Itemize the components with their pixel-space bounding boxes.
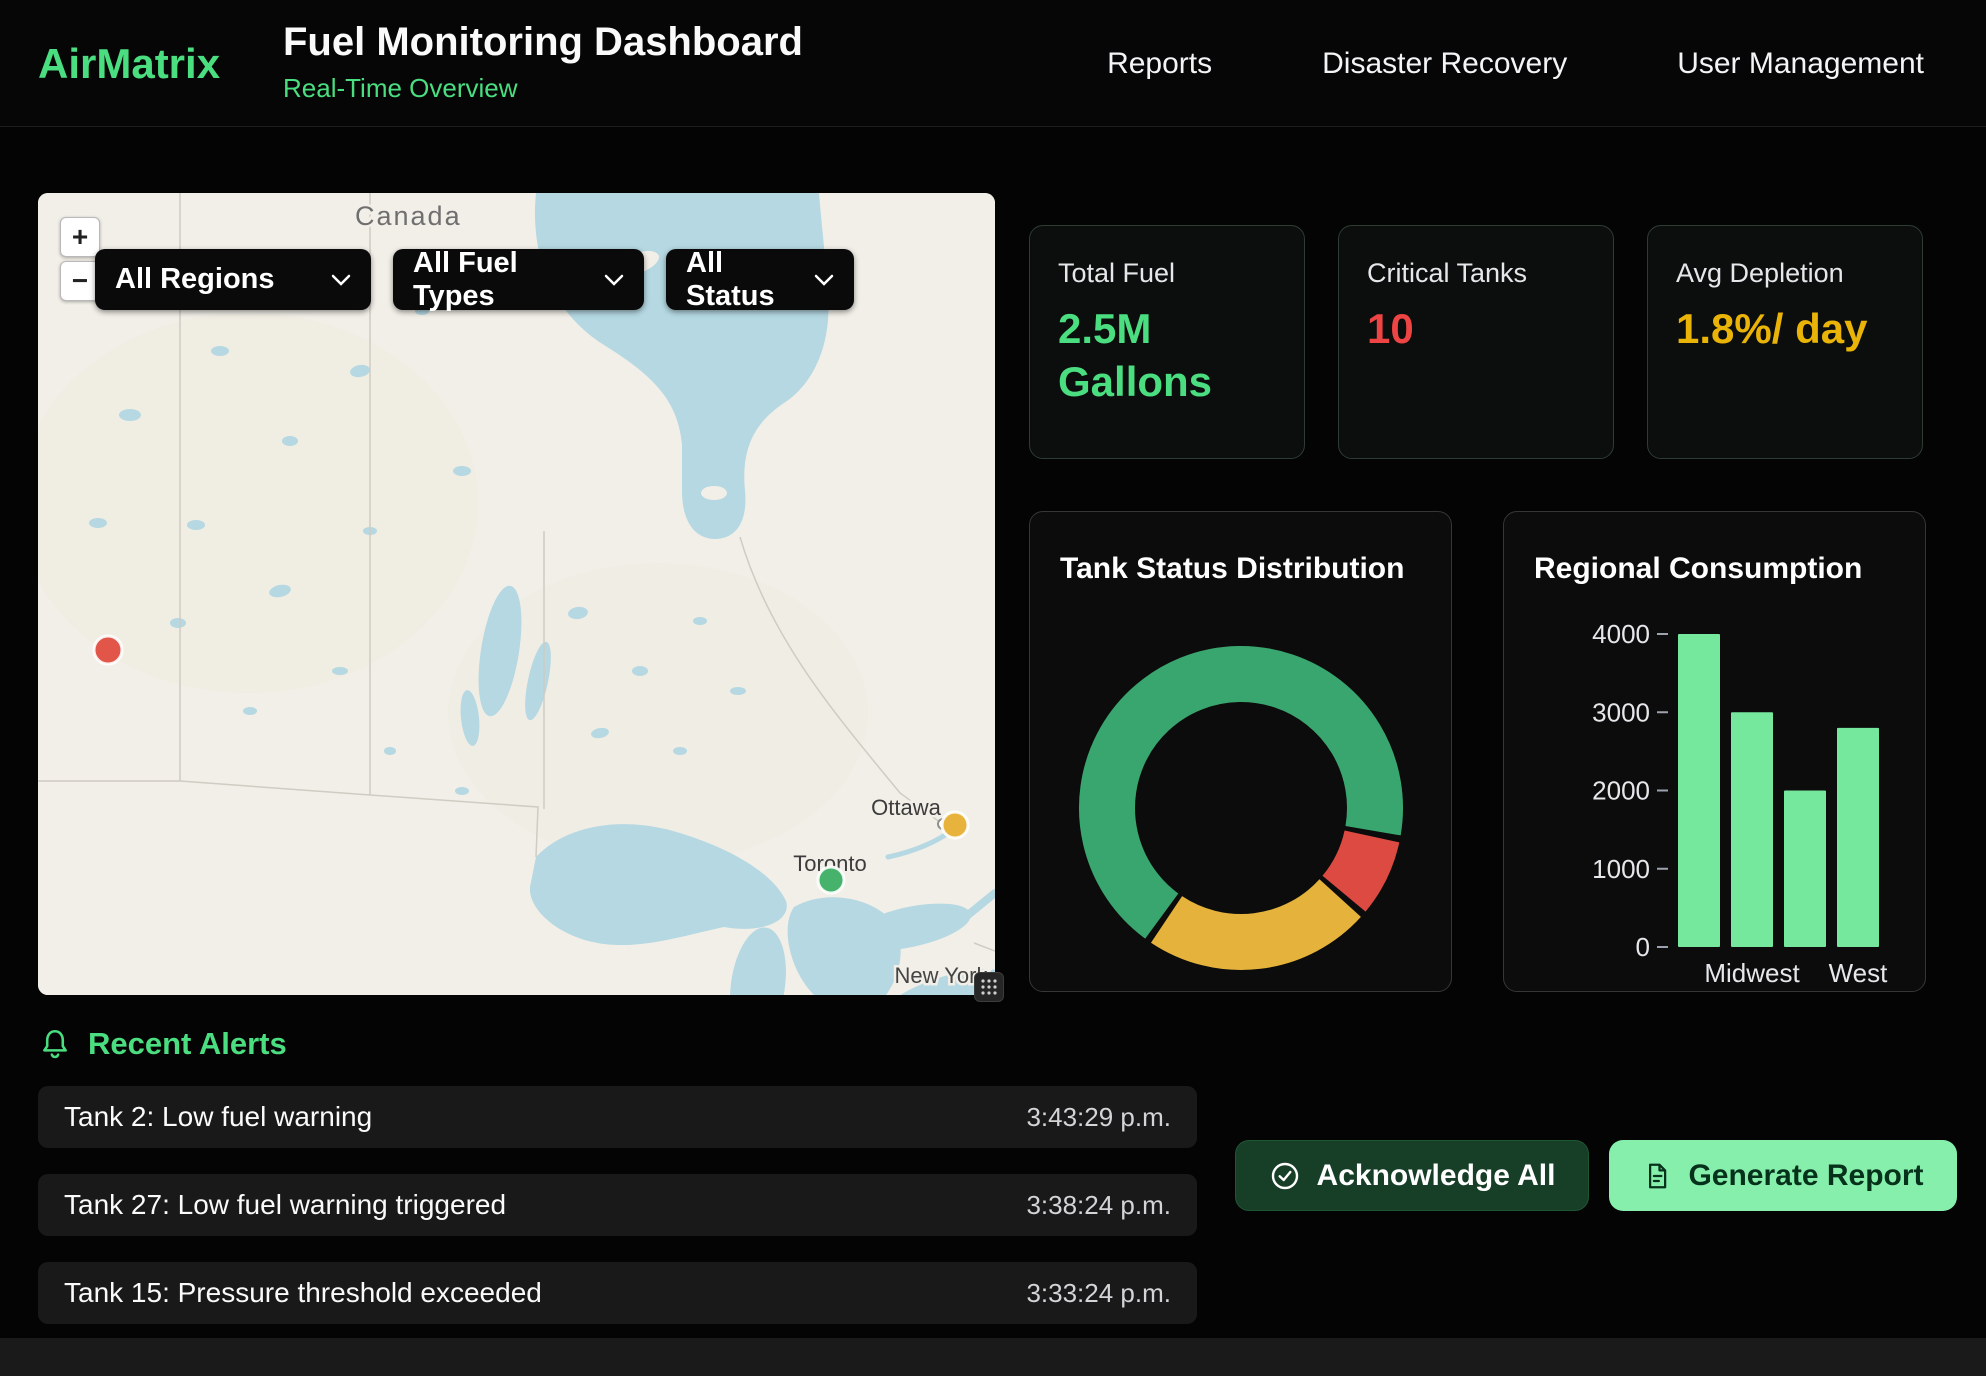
- alert-message: Tank 27: Low fuel warning triggered: [64, 1189, 506, 1221]
- region-filter-value: All Regions: [115, 263, 275, 296]
- bell-icon: [38, 1027, 72, 1061]
- tank-status-donut-chart: [1071, 638, 1411, 978]
- alert-row[interactable]: Tank 2: Low fuel warning 3:43:29 p.m.: [38, 1086, 1197, 1148]
- alert-timestamp: 3:38:24 p.m.: [1026, 1190, 1171, 1221]
- region-filter-select[interactable]: All Regions: [95, 249, 371, 310]
- y-axis-tick-label: 0: [1636, 932, 1650, 962]
- bay-island: [701, 486, 727, 500]
- map-label-canada: Canada: [355, 201, 462, 231]
- chart-title: Tank Status Distribution: [1060, 552, 1404, 586]
- y-axis-tick-label: 2000: [1592, 776, 1650, 806]
- title-block: Fuel Monitoring Dashboard Real-Time Over…: [283, 20, 803, 104]
- small-lake: [453, 466, 471, 476]
- zoom-out-button[interactable]: −: [60, 261, 100, 301]
- small-lake: [730, 687, 746, 695]
- small-lake: [332, 667, 348, 675]
- y-axis-tick-label: 3000: [1592, 697, 1650, 727]
- small-lake: [211, 346, 229, 356]
- small-lake: [384, 747, 396, 755]
- page-title: Fuel Monitoring Dashboard: [283, 20, 803, 65]
- y-axis-tick-label: 4000: [1592, 619, 1650, 649]
- nav-item-reports[interactable]: Reports: [1107, 47, 1212, 81]
- brand-logo: AirMatrix: [38, 40, 220, 88]
- dot-grid-icon: [980, 978, 998, 996]
- consumption-bar: [1784, 791, 1826, 948]
- nav-item-user-management[interactable]: User Management: [1677, 47, 1924, 81]
- small-lake: [282, 436, 298, 446]
- generate-report-label: Generate Report: [1688, 1159, 1923, 1193]
- acknowledge-all-label: Acknowledge All: [1317, 1159, 1556, 1193]
- stat-label: Critical Tanks: [1367, 258, 1585, 289]
- chart-title: Regional Consumption: [1534, 552, 1862, 586]
- nav-item-disaster-recovery[interactable]: Disaster Recovery: [1322, 47, 1567, 81]
- chevron-down-icon: [331, 274, 351, 286]
- document-icon: [1642, 1161, 1672, 1191]
- consumption-bar: [1837, 728, 1879, 947]
- donut-segment-critical: [1344, 836, 1372, 893]
- check-circle-icon: [1269, 1160, 1301, 1192]
- tank-status-distribution-card: Tank Status Distribution: [1029, 511, 1452, 992]
- small-lake: [187, 520, 205, 530]
- recent-alerts-heading: Recent Alerts: [38, 1026, 287, 1062]
- map-resize-handle[interactable]: [974, 972, 1004, 1002]
- stat-card-total-fuel: Total Fuel 2.5M Gallons: [1029, 225, 1305, 459]
- generate-report-button[interactable]: Generate Report: [1609, 1140, 1957, 1211]
- stat-value: 1.8%/ day: [1676, 303, 1894, 356]
- donut-segment-warning: [1166, 898, 1340, 942]
- status-filter-value: All Status: [686, 247, 800, 313]
- consumption-bar: [1731, 712, 1773, 947]
- stat-value: 10: [1367, 303, 1585, 356]
- stat-card-avg-depletion: Avg Depletion 1.8%/ day: [1647, 225, 1923, 459]
- recent-alerts-title: Recent Alerts: [88, 1026, 287, 1062]
- top-bar: AirMatrix Fuel Monitoring Dashboard Real…: [0, 0, 1986, 127]
- small-lake: [632, 666, 648, 676]
- alert-message: Tank 15: Pressure threshold exceeded: [64, 1277, 542, 1309]
- basemap-canvas: Canada Ottawa Toronto New York: [38, 193, 995, 995]
- consumption-bar: [1678, 634, 1720, 947]
- small-lake: [170, 618, 186, 628]
- tank-marker-critical[interactable]: [94, 636, 122, 664]
- tank-marker-normal[interactable]: [818, 867, 844, 893]
- fuel-type-filter-select[interactable]: All Fuel Types: [393, 249, 644, 310]
- small-lake: [673, 747, 687, 755]
- alert-row[interactable]: Tank 27: Low fuel warning triggered 3:38…: [38, 1174, 1197, 1236]
- x-axis-category-label: Midwest: [1704, 958, 1800, 988]
- page-subtitle: Real-Time Overview: [283, 73, 803, 104]
- stat-label: Avg Depletion: [1676, 258, 1894, 289]
- alert-row[interactable]: Tank 15: Pressure threshold exceeded 3:3…: [38, 1262, 1197, 1324]
- acknowledge-all-button[interactable]: Acknowledge All: [1235, 1140, 1589, 1211]
- small-lake: [243, 707, 257, 715]
- chevron-down-icon: [814, 274, 834, 286]
- footer-strip: [0, 1338, 1986, 1376]
- tank-marker-warning[interactable]: [942, 812, 968, 838]
- fuel-monitoring-dashboard: AirMatrix Fuel Monitoring Dashboard Real…: [0, 0, 1986, 1376]
- small-lake: [693, 617, 707, 625]
- small-lake: [89, 518, 107, 528]
- chevron-down-icon: [604, 274, 624, 286]
- alert-message: Tank 2: Low fuel warning: [64, 1101, 372, 1133]
- small-lake: [119, 409, 141, 421]
- map[interactable]: Canada Ottawa Toronto New York + − All R…: [38, 193, 995, 995]
- regional-consumption-card: Regional Consumption 0 1000 2000 3000 4000 Mi…: [1503, 511, 1926, 992]
- alert-timestamp: 3:43:29 p.m.: [1026, 1102, 1171, 1133]
- x-axis-category-label: West: [1829, 958, 1889, 988]
- map-label-ottawa: Ottawa: [871, 795, 941, 820]
- stat-label: Total Fuel: [1058, 258, 1276, 289]
- status-filter-select[interactable]: All Status: [666, 249, 854, 310]
- stat-card-critical-tanks: Critical Tanks 10: [1338, 225, 1614, 459]
- y-axis-tick-label: 1000: [1592, 854, 1650, 884]
- stat-value: 2.5M Gallons: [1058, 303, 1276, 408]
- fuel-type-filter-value: All Fuel Types: [413, 247, 590, 313]
- main-nav: Reports Disaster Recovery User Managemen…: [1107, 0, 1924, 127]
- small-lake: [455, 787, 469, 795]
- alert-timestamp: 3:33:24 p.m.: [1026, 1278, 1171, 1309]
- zoom-in-button[interactable]: +: [60, 217, 100, 257]
